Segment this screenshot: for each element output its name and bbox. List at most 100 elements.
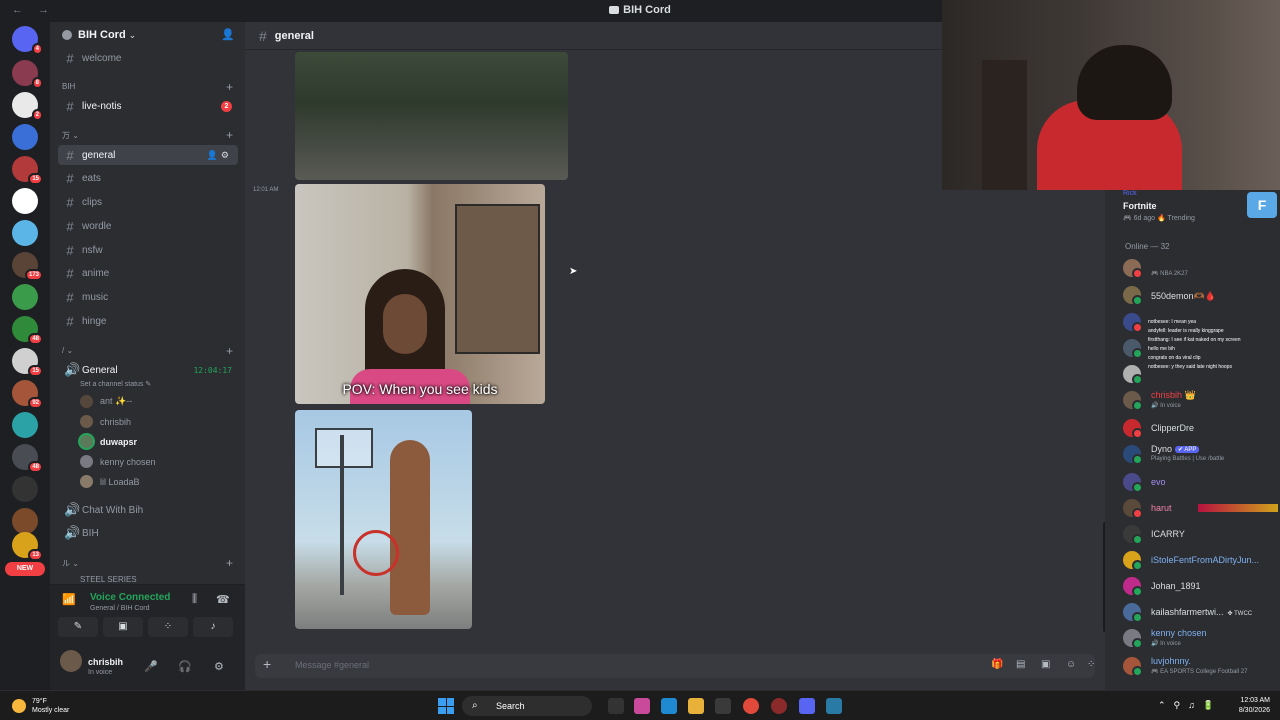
signal-icon[interactable]: 📶: [62, 593, 76, 606]
task-view-icon[interactable]: [608, 698, 624, 714]
channel-live-notis[interactable]: # live-notis 2: [58, 96, 238, 116]
member-item[interactable]: luvjohnny. 🎮 EA SPORTS College Football 2…: [1123, 654, 1278, 678]
weather-widget[interactable]: 79°F Mostly clear: [12, 697, 69, 715]
voice-user[interactable]: lil LoadaB: [80, 475, 140, 488]
server-icon[interactable]: 92: [12, 380, 43, 409]
server-icon[interactable]: [12, 284, 38, 310]
server-icon[interactable]: 15: [12, 156, 43, 185]
member-item[interactable]: evo: [1123, 470, 1278, 494]
member-item[interactable]: ClipperDre: [1123, 416, 1278, 440]
disconnect-icon[interactable]: ☎: [216, 593, 230, 606]
category-four[interactable]: ル ⌄: [62, 558, 79, 569]
edge-icon[interactable]: [661, 698, 677, 714]
avatar[interactable]: [60, 650, 82, 672]
file-explorer-icon[interactable]: [688, 698, 704, 714]
server-icon[interactable]: 8: [12, 60, 43, 89]
channel-nsfw[interactable]: # nsfw: [58, 240, 238, 260]
channel-eats[interactable]: # eats: [58, 168, 238, 188]
message-image[interactable]: [295, 52, 568, 180]
member-item[interactable]: 550demon🫶🏾🩸: [1123, 283, 1278, 307]
recorder-icon[interactable]: [771, 698, 787, 714]
video-off-button[interactable]: ✎: [58, 617, 98, 637]
server-icon[interactable]: 48: [12, 316, 43, 345]
activity-card[interactable]: Rick Fortnite 🎮 6d ago 🔥 Trending F: [1113, 190, 1277, 230]
voice-user[interactable]: ant ✨--: [80, 395, 132, 408]
message-composer[interactable]: + Message #general 🎁 ▤ ▣ ☺ ⁘: [255, 654, 1095, 678]
server-icon[interactable]: [12, 124, 38, 150]
voice-channel-general[interactable]: 🔊 General 12:04:17: [58, 360, 238, 380]
member-item[interactable]: 🎮 NBA 2K27: [1123, 256, 1278, 280]
system-tray[interactable]: ⌃⚲♫🔋: [1158, 700, 1222, 711]
chrome-icon[interactable]: [743, 698, 759, 714]
category-three[interactable]: / ⌄: [62, 346, 73, 355]
message-image[interactable]: [295, 410, 472, 629]
mic-icon[interactable]: 🎤: [144, 660, 158, 673]
store-icon[interactable]: [715, 698, 731, 714]
guild-header[interactable]: BIH Cord ⌄ 👤: [50, 22, 245, 48]
member-item[interactable]: chrisbih 👑 🔊 In voice: [1123, 388, 1278, 412]
voice-user[interactable]: kenny chosen: [80, 455, 156, 468]
channel-status[interactable]: Set a channel status ✎: [80, 380, 151, 388]
copilot-icon[interactable]: [634, 698, 650, 714]
voice-channel-chat-with-bih[interactable]: 🔊 Chat With Bih: [58, 500, 238, 520]
gif-icon[interactable]: ▤: [1016, 659, 1025, 670]
gift-icon[interactable]: 🎁: [991, 659, 1003, 670]
voice-user[interactable]: chrisbih: [80, 415, 131, 428]
channel-general[interactable]: # general 👤⚙: [58, 145, 238, 165]
server-icon[interactable]: 48: [12, 444, 43, 473]
channel-music[interactable]: # music: [58, 287, 238, 307]
add-channel-icon[interactable]: +: [226, 80, 233, 94]
add-channel-icon[interactable]: +: [226, 128, 233, 142]
server-icon[interactable]: [12, 220, 38, 246]
add-channel-icon[interactable]: +: [226, 556, 233, 570]
noise-suppression-icon[interactable]: ⫼: [192, 593, 197, 606]
soundboard-button[interactable]: ♪: [193, 617, 233, 637]
taskbar-search[interactable]: ⌕ Search: [462, 696, 592, 716]
add-channel-icon[interactable]: +: [226, 344, 233, 358]
home-button[interactable]: 4: [12, 26, 43, 55]
channel-anime[interactable]: # anime: [58, 263, 238, 283]
member-item[interactable]: harut: [1123, 496, 1278, 520]
activities-button[interactable]: ⁘: [148, 617, 188, 637]
server-icon[interactable]: 15: [12, 348, 43, 377]
apps-icon[interactable]: ⁘: [1087, 659, 1095, 670]
new-badge[interactable]: NEW: [5, 562, 45, 576]
member-item[interactable]: kailashfarmertwi... ✤ TWCC: [1123, 600, 1278, 624]
sticker-icon[interactable]: ▣: [1041, 659, 1050, 670]
channel-clips[interactable]: # clips: [58, 192, 238, 212]
gear-icon[interactable]: ⚙: [214, 660, 224, 673]
message-input[interactable]: Message #general: [295, 660, 369, 670]
server-icon-bih[interactable]: 2: [12, 92, 43, 121]
category-bih[interactable]: BIH: [62, 82, 75, 91]
member-item[interactable]: Dyno ✔ APP Playing Battles | Use /battle: [1123, 442, 1278, 466]
member-item[interactable]: ICARRY: [1123, 522, 1278, 546]
server-icon[interactable]: [12, 412, 38, 438]
message-video[interactable]: POV: When you see kids: [295, 184, 545, 404]
member-item[interactable]: Johan_1891: [1123, 574, 1278, 598]
notepad-icon[interactable]: [826, 698, 842, 714]
server-icon[interactable]: [12, 476, 38, 502]
emoji-icon[interactable]: ☺: [1066, 659, 1076, 670]
server-icon[interactable]: [12, 508, 38, 534]
member-item[interactable]: iStoleFentFromADirtyJun...: [1123, 548, 1278, 572]
screen-share-button[interactable]: ▣: [103, 617, 143, 637]
attach-plus-icon[interactable]: +: [263, 656, 271, 672]
voice-status-sub[interactable]: General / BIH Cord: [90, 605, 150, 612]
invite-icon[interactable]: 👤: [221, 28, 235, 41]
voice-user[interactable]: duwapsr: [80, 435, 137, 448]
member-item[interactable]: kenny chosen 🔊 In voice: [1123, 626, 1278, 650]
channel-wordle[interactable]: # wordle: [58, 216, 238, 236]
channel-hinge[interactable]: # hinge: [58, 311, 238, 331]
discord-taskbar-icon[interactable]: [799, 698, 815, 714]
clock[interactable]: 12:03 AM 8/30/2026: [1226, 696, 1270, 716]
windows-start-icon[interactable]: [438, 698, 454, 714]
category-steel-series[interactable]: STEEL SERIES: [80, 575, 137, 584]
channel-welcome[interactable]: # welcome: [58, 48, 238, 68]
voice-channel-bih[interactable]: 🔊 BIH: [58, 523, 238, 543]
channel-settings-icon[interactable]: 👤⚙: [207, 150, 232, 161]
server-icon[interactable]: [12, 188, 38, 214]
category-two[interactable]: 万 ⌄: [62, 130, 79, 141]
server-icon[interactable]: 13: [12, 532, 43, 561]
server-icon[interactable]: 173: [12, 252, 43, 281]
headphones-icon[interactable]: 🎧: [178, 660, 192, 673]
